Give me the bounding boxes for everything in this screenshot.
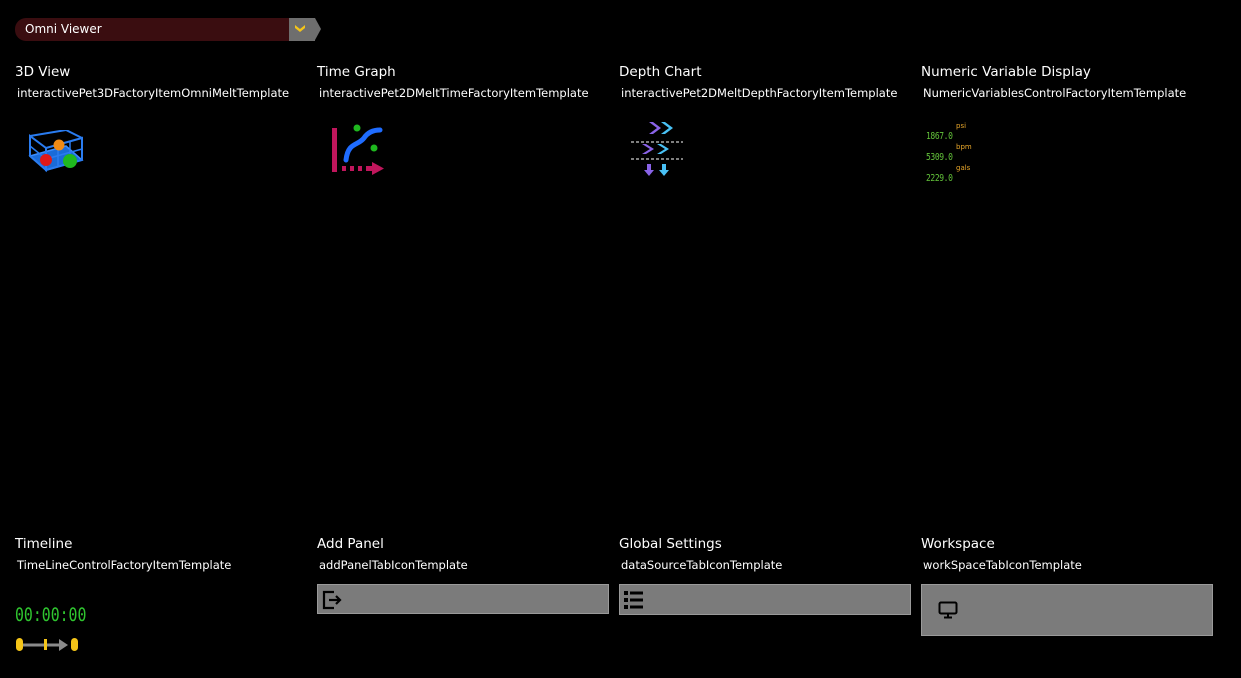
viewer-selector[interactable]: Omni Viewer xyxy=(15,18,321,41)
item-template-name: TimeLineControlFactoryItemTemplate xyxy=(17,558,232,572)
data-source-tab[interactable] xyxy=(619,584,911,615)
numeric-value-row: 1867.0 psi xyxy=(926,122,966,143)
numeric-value: 5309.0 xyxy=(926,152,953,163)
3d-cube-icon xyxy=(28,130,84,173)
item-title: Time Graph xyxy=(317,64,396,80)
workspace-tab[interactable] xyxy=(921,584,1213,636)
numeric-value-row: 5309.0 bpm xyxy=(926,143,972,164)
item-template-name: interactivePet3DFactoryItemOmniMeltTempl… xyxy=(17,86,290,100)
numeric-unit: psi xyxy=(956,122,967,130)
factory-item-workspace[interactable]: Workspace workSpaceTabIconTemplate xyxy=(921,536,1217,572)
time-graph-icon xyxy=(332,124,384,175)
item-title: Timeline xyxy=(15,536,73,552)
numeric-unit: bpm xyxy=(956,143,972,151)
chevron-down-icon xyxy=(295,25,305,32)
add-panel-tab[interactable] xyxy=(317,584,609,614)
item-title: Depth Chart xyxy=(619,64,702,80)
numeric-value: 1867.0 xyxy=(926,131,953,142)
item-template-name: addPanelTabIconTemplate xyxy=(319,558,468,572)
item-title: Add Panel xyxy=(317,536,384,552)
numeric-values-icon: 1867.0 psi 5309.0 bpm 2229.0 gals xyxy=(926,122,972,185)
viewer-selector-dropdown-button[interactable] xyxy=(289,18,321,41)
factory-item-numeric-variable-display[interactable]: Numeric Variable Display NumericVariable… xyxy=(921,64,1217,100)
item-title: Workspace xyxy=(921,536,995,552)
item-template-name: dataSourceTabIconTemplate xyxy=(621,558,783,572)
depth-chart-icon xyxy=(631,122,683,176)
monitor-icon xyxy=(938,601,958,619)
viewer-selector-field[interactable]: Omni Viewer xyxy=(15,18,289,41)
factory-item-timeline[interactable]: Timeline TimeLineControlFactoryItemTempl… xyxy=(15,536,311,572)
add-panel-icon xyxy=(322,590,342,610)
factory-item-global-settings[interactable]: Global Settings dataSourceTabIconTemplat… xyxy=(619,536,915,572)
item-template-name: interactivePet2DMeltTimeFactoryItemTempl… xyxy=(319,86,589,100)
numeric-value-row: 2229.0 gals xyxy=(926,164,970,185)
item-title: Global Settings xyxy=(619,536,722,552)
item-title: 3D View xyxy=(15,64,71,80)
item-title: Numeric Variable Display xyxy=(921,64,1091,80)
numeric-unit: gals xyxy=(956,164,971,172)
list-icon xyxy=(624,591,643,609)
omni-viewer-page: Omni Viewer 3D View interactivePet3DFact… xyxy=(0,0,1241,678)
item-template-name: interactivePet2DMeltDepthFactoryItemTemp… xyxy=(621,86,898,100)
item-template-name: NumericVariablesControlFactoryItemTempla… xyxy=(923,86,1187,100)
timeline-clock: 00:00:00 xyxy=(15,604,87,626)
factory-item-depth-chart[interactable]: Depth Chart interactivePet2DMeltDepthFac… xyxy=(619,64,915,100)
item-template-name: workSpaceTabIconTemplate xyxy=(923,558,1082,572)
timeline-slider-icon xyxy=(16,638,78,651)
factory-item-3d-view[interactable]: 3D View interactivePet3DFactoryItemOmniM… xyxy=(15,64,311,100)
numeric-value: 2229.0 xyxy=(926,173,953,184)
factory-item-time-graph[interactable]: Time Graph interactivePet2DMeltTimeFacto… xyxy=(317,64,613,100)
factory-item-add-panel[interactable]: Add Panel addPanelTabIconTemplate xyxy=(317,536,613,572)
